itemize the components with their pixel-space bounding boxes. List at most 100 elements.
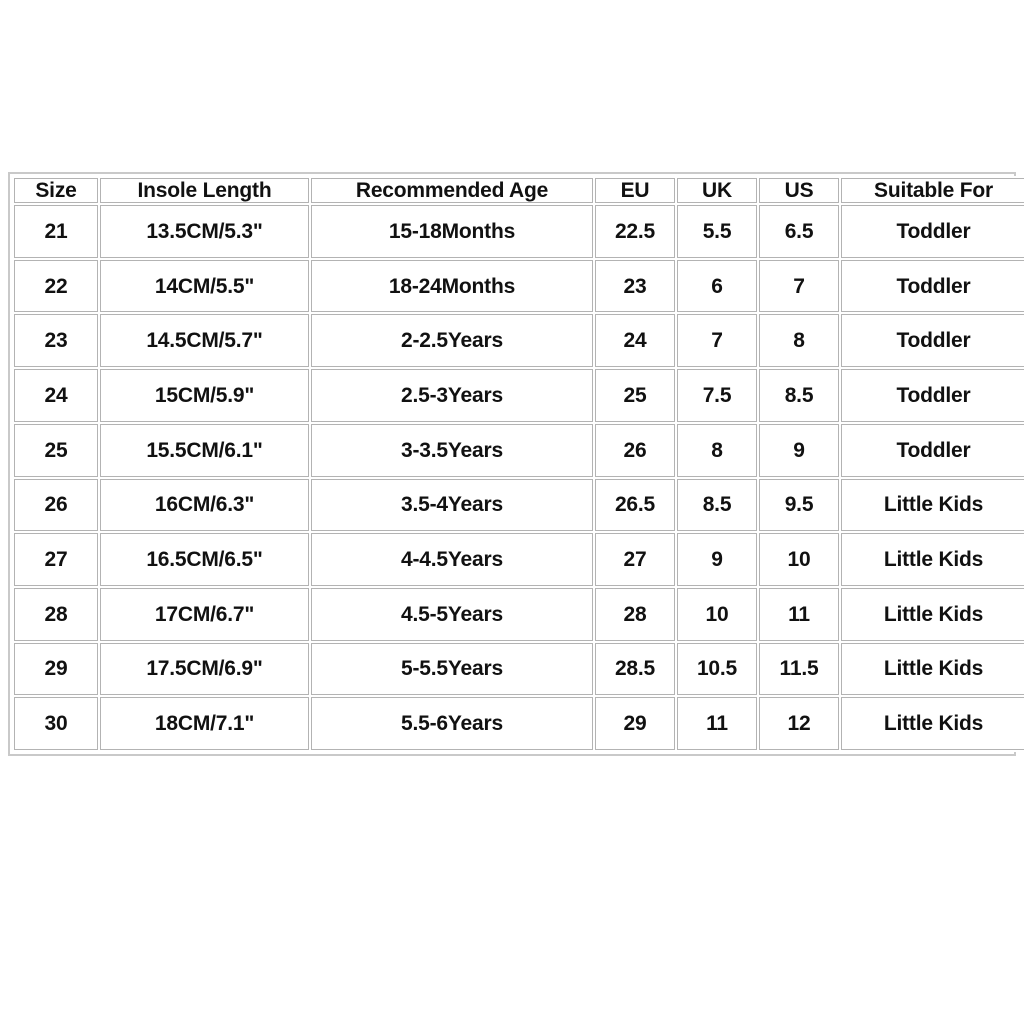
cell-recommended-age-value: 18-24Months [388,274,516,298]
cell-us-value: 12 [787,712,811,736]
cell-eu-value: 23 [623,274,647,298]
cell-size-value: 26 [44,493,68,517]
cell-uk-value: 7.5 [702,383,732,407]
cell-recommended-age-value: 15-18Months [388,219,516,243]
column-header-suitable-for: Suitable For [841,178,1024,204]
cell-suitable-for: Toddler [841,423,1024,477]
cell-insole-length: 18CM/7.1" [100,697,309,750]
table-body: 21 13.5CM/5.3" 15-18Months 22.5 5.5 6.5 … [14,205,1024,750]
cell-recommended-age: 2-2.5Years [311,314,593,368]
cell-recommended-age-value: 5-5.5Years [401,657,503,681]
cell-uk-value: 6 [711,274,723,298]
cell-uk-value: 8.5 [702,493,732,517]
cell-recommended-age: 5-5.5Years [311,642,593,696]
cell-insole-length: 15CM/5.9" [100,369,309,422]
cell-eu-value: 26.5 [614,493,656,517]
cell-insole-length-value: 14.5CM/5.7" [146,329,263,353]
cell-eu-value: 26 [623,438,647,462]
cell-size-value: 22 [44,274,68,298]
cell-us-value: 8.5 [784,383,814,407]
column-header-us-label: US [784,179,814,202]
size-chart-page: Size Insole Length Recommended Age EU UK [0,0,1024,1024]
cell-size: 23 [14,314,98,368]
cell-us: 11 [759,587,839,641]
column-header-size: Size [14,178,98,204]
cell-recommended-age: 3.5-4Years [311,478,593,532]
column-header-insole-length-label: Insole Length [137,179,272,202]
cell-recommended-age-value: 2-2.5Years [401,329,503,353]
cell-uk: 7.5 [677,369,757,422]
cell-uk: 8.5 [677,478,757,532]
cell-eu-value: 28 [623,602,647,626]
cell-us: 9.5 [759,478,839,532]
table-row: 22 14CM/5.5" 18-24Months 23 6 7 Toddler [14,259,1024,313]
cell-us-value: 11 [788,602,810,626]
cell-size: 25 [14,423,98,477]
cell-size: 26 [14,478,98,532]
cell-size: 28 [14,587,98,641]
cell-size-value: 30 [44,712,68,736]
cell-suitable-for: Toddler [841,259,1024,313]
cell-insole-length: 15.5CM/6.1" [100,423,309,477]
cell-recommended-age: 4-4.5Years [311,533,593,586]
cell-uk-value: 5.5 [702,219,732,243]
cell-recommended-age: 5.5-6Years [311,697,593,750]
cell-insole-length-value: 17.5CM/6.9" [146,657,263,681]
cell-us: 9 [759,423,839,477]
column-header-eu-label: EU [620,179,650,202]
cell-insole-length-value: 14CM/5.5" [154,274,255,298]
cell-recommended-age-value: 3-3.5Years [401,438,503,462]
cell-uk-value: 11 [706,712,728,736]
cell-insole-length-value: 18CM/7.1" [154,712,255,736]
cell-insole-length: 14.5CM/5.7" [100,314,309,368]
cell-suitable-for-value: Toddler [896,438,971,462]
cell-uk: 5.5 [677,205,757,258]
cell-uk: 8 [677,423,757,477]
cell-recommended-age: 18-24Months [311,259,593,313]
cell-insole-length: 17CM/6.7" [100,587,309,641]
cell-suitable-for-value: Toddler [896,329,971,353]
table-header: Size Insole Length Recommended Age EU UK [14,178,1024,204]
cell-size: 22 [14,259,98,313]
cell-uk-value: 9 [711,548,723,572]
column-header-uk-label: UK [702,179,732,202]
cell-uk: 10.5 [677,642,757,696]
table-row: 21 13.5CM/5.3" 15-18Months 22.5 5.5 6.5 … [14,205,1024,258]
cell-eu: 25 [595,369,675,422]
cell-us: 12 [759,697,839,750]
cell-insole-length: 16CM/6.3" [100,478,309,532]
cell-eu: 28.5 [595,642,675,696]
cell-us: 11.5 [759,642,839,696]
cell-suitable-for: Toddler [841,205,1024,258]
table-row: 23 14.5CM/5.7" 2-2.5Years 24 7 8 Toddler [14,314,1024,368]
cell-suitable-for-value: Toddler [896,383,971,407]
cell-recommended-age-value: 4-4.5Years [401,548,503,572]
cell-suitable-for: Little Kids [841,478,1024,532]
cell-recommended-age: 15-18Months [311,205,593,258]
table-row: 27 16.5CM/6.5" 4-4.5Years 27 9 10 Little… [14,533,1024,586]
cell-recommended-age: 4.5-5Years [311,587,593,641]
cell-size-value: 27 [44,548,68,572]
cell-insole-length-value: 15.5CM/6.1" [146,438,263,462]
cell-eu: 27 [595,533,675,586]
cell-eu-value: 22.5 [614,219,656,243]
cell-suitable-for: Toddler [841,314,1024,368]
cell-recommended-age-value: 3.5-4Years [401,493,503,517]
cell-us: 7 [759,259,839,313]
table-row: 24 15CM/5.9" 2.5-3Years 25 7.5 8.5 Toddl… [14,369,1024,422]
cell-size: 29 [14,642,98,696]
cell-recommended-age-value: 4.5-5Years [401,602,503,626]
cell-uk-value: 8 [711,438,723,462]
cell-suitable-for: Toddler [841,369,1024,422]
cell-recommended-age: 3-3.5Years [311,423,593,477]
cell-uk: 9 [677,533,757,586]
table-row: 25 15.5CM/6.1" 3-3.5Years 26 8 9 Toddler [14,423,1024,477]
column-header-us: US [759,178,839,204]
cell-suitable-for: Little Kids [841,697,1024,750]
cell-uk: 10 [677,587,757,641]
cell-insole-length-value: 16CM/6.3" [154,493,255,517]
cell-size: 24 [14,369,98,422]
cell-suitable-for-value: Little Kids [883,602,984,626]
cell-us-value: 10 [787,548,811,572]
cell-insole-length: 16.5CM/6.5" [100,533,309,586]
